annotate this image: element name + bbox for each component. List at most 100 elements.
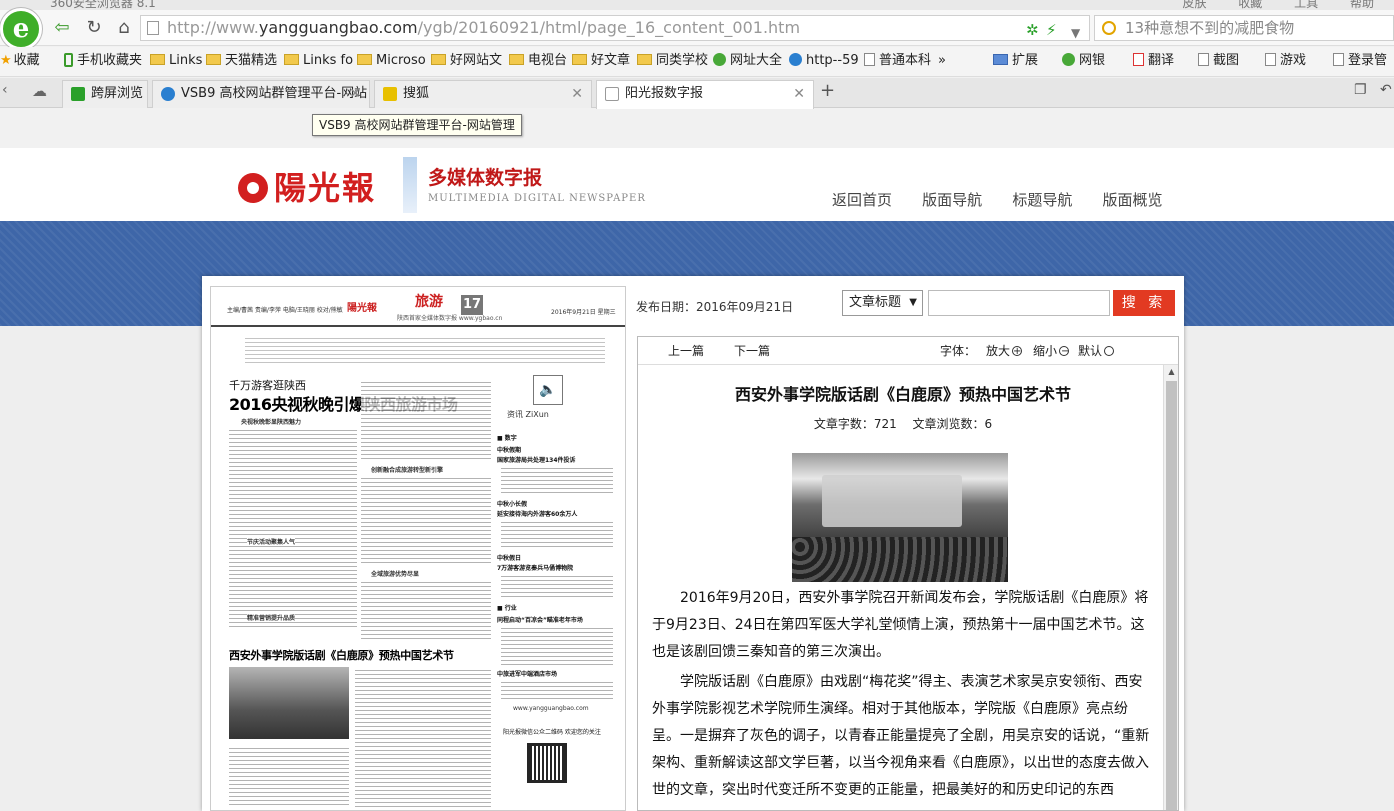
toolbar-translate[interactable]: 翻译: [1133, 47, 1174, 75]
address-dropdown-icon[interactable]: ▼: [1071, 21, 1080, 40]
folder-icon: [284, 54, 299, 65]
tab-vsb9[interactable]: VSB9 高校网站群管理平台-网站 ✕: [152, 80, 370, 108]
word-count: 文章字数：721: [813, 417, 897, 431]
folder-icon: [431, 54, 446, 65]
user-icon: [1333, 53, 1344, 66]
menu-tools[interactable]: 工具: [1294, 0, 1318, 10]
keyword-input[interactable]: [928, 290, 1110, 316]
bookmark-tv[interactable]: 电视台: [509, 47, 567, 75]
scroll-thumb[interactable]: [1166, 381, 1177, 810]
globe-icon: [161, 87, 175, 101]
scissors-icon: [1198, 53, 1209, 66]
qr-code: [527, 743, 567, 783]
toolbar-screenshot[interactable]: 截图: [1198, 47, 1239, 75]
paper-header: 主编/曹茜 责编/李萍 电脑/王晓丽 校对/熊敏 陽光報 旅游 陕西首家全媒体数…: [211, 287, 625, 327]
paper-headline-article[interactable]: 西安外事学院版话剧《白鹿原》预热中国艺术节: [229, 647, 454, 663]
folder-icon: [150, 54, 165, 65]
new-tab-icon[interactable]: +: [820, 80, 835, 101]
tab-yangguang[interactable]: 阳光报数字报 ✕: [596, 80, 814, 109]
nav-layout[interactable]: 版面导航: [922, 191, 982, 209]
speed-icon[interactable]: ⚡: [1046, 18, 1057, 40]
article-paragraph: 学院版话剧《白鹿原》由戏剧“梅花奖”得主、表演艺术家吴京安领衔、西安外事学院影视…: [652, 674, 1150, 798]
search-field-select[interactable]: 文章标题 ▼: [842, 290, 923, 316]
web-page: 陽光報 多媒体数字报 MULTIMEDIA DIGITAL NEWSPAPER …: [0, 149, 1394, 811]
bookmark-undergrad[interactable]: 普通本科: [864, 47, 931, 75]
folder-icon: [357, 54, 372, 65]
translate-icon: [1133, 53, 1144, 66]
tab-cross-screen[interactable]: 跨屏浏览: [62, 80, 148, 108]
article-panel: 上一篇 下一篇 字体： 放大 缩小 默认 西安外事学院版话剧《白鹿原》预热中国艺…: [637, 336, 1179, 811]
search-button[interactable]: 搜 索: [1113, 290, 1175, 316]
article-scrollbar[interactable]: ▲: [1163, 365, 1178, 810]
tab-menu-icon[interactable]: ↶: [1380, 82, 1392, 98]
tooltip: VSB9 高校网站群管理平台-网站管理: [312, 114, 522, 136]
cloud-icon[interactable]: ☁: [32, 82, 47, 100]
browser-logo-icon[interactable]: e: [0, 8, 42, 50]
refresh-icon[interactable]: ↻: [82, 17, 106, 39]
folder-icon: [206, 54, 221, 65]
toolbar-games[interactable]: 游戏: [1265, 47, 1306, 75]
font-label: 字体：: [940, 344, 977, 358]
bookmark-mobile[interactable]: 手机收藏夹: [64, 47, 142, 75]
bookmark-favorites[interactable]: ★ 收藏: [0, 47, 40, 75]
chevron-down-icon: ▼: [909, 297, 917, 308]
font-enlarge-button[interactable]: 放大: [986, 337, 1023, 366]
close-icon[interactable]: ✕: [793, 81, 805, 107]
close-icon[interactable]: ✕: [349, 81, 361, 107]
tab-list-icon[interactable]: ❐: [1354, 82, 1367, 98]
bookmarks-more[interactable]: »: [938, 47, 946, 75]
menu-favorites[interactable]: 收藏: [1238, 0, 1262, 10]
article-paragraph: 2016年9月20日，西安外事学院召开新闻发布会，学院版话剧《白鹿原》将于9月2…: [652, 590, 1149, 660]
font-default-button[interactable]: 默认: [1078, 337, 1115, 365]
navigation-bar: e ⇦ ↻ ⌂ http://www.yangguangbao.com/ygb/…: [0, 8, 1394, 50]
toolbar-extensions[interactable]: 扩展: [993, 47, 1038, 75]
prev-article-link[interactable]: 上一篇: [668, 337, 704, 365]
bookmark-microsoft[interactable]: Microso: [357, 47, 426, 75]
search-input[interactable]: 13种意想不到的减肥食物: [1094, 15, 1394, 41]
tab-scroll-left-icon[interactable]: ‹: [2, 82, 8, 98]
bookmark-directory[interactable]: 网址大全: [713, 47, 782, 75]
speaker-icon: 🔈: [533, 375, 563, 405]
nav-home[interactable]: 返回首页: [832, 191, 892, 209]
radio-icon: [1104, 346, 1115, 356]
newspaper-page-thumbnail[interactable]: 主编/曹茜 责编/李萍 电脑/王晓丽 校对/熊敏 陽光報 旅游 陕西首家全媒体数…: [210, 286, 626, 811]
extension-icon: [993, 54, 1008, 65]
address-bar[interactable]: http://www.yangguangbao.com/ygb/20160921…: [140, 15, 1090, 41]
sohu-logo-icon: [383, 87, 397, 101]
menu-skin[interactable]: 皮肤: [1182, 0, 1206, 10]
bookmark-links[interactable]: Links: [150, 47, 202, 75]
bookmark-articles[interactable]: 好文章: [572, 47, 630, 75]
bookmark-links-fo[interactable]: Links fo: [284, 47, 353, 75]
back-icon[interactable]: ⇦: [50, 17, 74, 39]
next-article-link[interactable]: 下一篇: [734, 337, 770, 365]
page-icon: [864, 53, 875, 66]
site-subtitle: 多媒体数字报: [428, 167, 543, 189]
bookmark-http[interactable]: http--59: [789, 47, 859, 75]
toolbar-bank[interactable]: 网银: [1062, 47, 1105, 75]
tab-sohu[interactable]: 搜狐 ✕: [374, 80, 592, 108]
security-icon[interactable]: ✲: [1026, 18, 1039, 40]
home-icon[interactable]: ⌂: [112, 17, 136, 39]
reader-container: 主编/曹茜 责编/李萍 电脑/王晓丽 校对/熊敏 陽光報 旅游 陕西首家全媒体数…: [202, 276, 1184, 811]
window-title: 360安全浏览器 8.1: [50, 0, 156, 10]
font-shrink-button[interactable]: 缩小: [1033, 337, 1069, 366]
page-icon: [147, 21, 159, 35]
toolbar-login[interactable]: 登录管: [1333, 47, 1387, 75]
bookmark-good-sites[interactable]: 好网站文: [431, 47, 502, 75]
bookmark-tmall[interactable]: 天猫精选: [206, 47, 277, 75]
green-cross-icon: [713, 53, 726, 66]
nav-overview[interactable]: 版面概览: [1102, 191, 1162, 209]
close-icon[interactable]: ✕: [571, 81, 583, 107]
scroll-up-icon[interactable]: ▲: [1164, 367, 1178, 376]
site-logo[interactable]: 陽光報: [238, 163, 376, 209]
bank-icon: [1062, 53, 1075, 66]
plus-icon: [1012, 338, 1023, 366]
logo-divider: [403, 157, 417, 213]
nav-titles[interactable]: 标题导航: [1012, 191, 1072, 209]
star-icon: ★: [0, 53, 12, 68]
tab-bar: ‹ ☁ 跨屏浏览 VSB9 高校网站群管理平台-网站 ✕ 搜狐 ✕ 阳光报数字报…: [0, 78, 1394, 109]
publish-date: 发布日期：2016年09月21日: [636, 300, 794, 314]
bookmark-schools[interactable]: 同类学校: [637, 47, 708, 75]
article-toolbar: 上一篇 下一篇 字体： 放大 缩小 默认: [638, 337, 1178, 366]
menu-help[interactable]: 帮助: [1350, 0, 1374, 10]
